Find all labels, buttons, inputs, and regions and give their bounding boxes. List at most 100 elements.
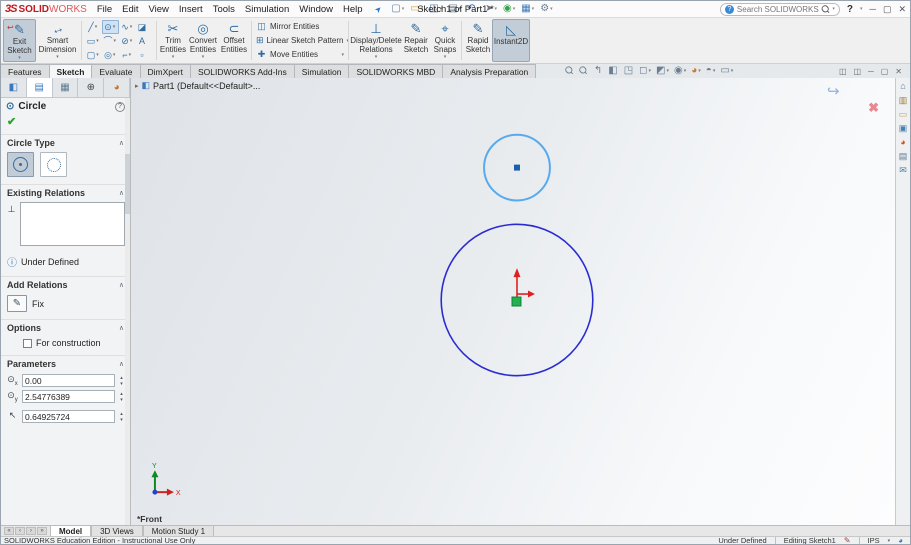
print-icon[interactable]: ▤ ▾: [446, 4, 463, 14]
new-document-icon[interactable]: ▢ ▾: [389, 4, 406, 14]
spline-icon[interactable]: ∿ ▾: [119, 20, 136, 34]
slot-icon[interactable]: ▢ ▾: [85, 48, 102, 62]
prev-tab-button[interactable]: ‹: [15, 527, 25, 535]
undo-icon[interactable]: ↶ ▾: [465, 4, 481, 14]
menu-item[interactable]: Window: [299, 4, 333, 15]
doc-minimize-button[interactable]: ─: [868, 67, 874, 76]
fillet-icon[interactable]: ⌐ ▾: [119, 48, 136, 62]
dropdown-caret-icon[interactable]: ▾: [550, 6, 553, 12]
move-entities-button[interactable]: ✚ Move Entities ▾: [256, 48, 344, 61]
help-sphere-icon[interactable]: ◕: [898, 536, 903, 544]
search-input[interactable]: [736, 4, 819, 14]
menu-item[interactable]: Simulation: [245, 4, 289, 15]
close-button[interactable]: ✕: [898, 4, 906, 15]
menu-item[interactable]: File: [97, 4, 112, 15]
dropdown-caret-icon[interactable]: ▾: [684, 68, 687, 74]
doc-close-button[interactable]: ✕: [895, 67, 902, 76]
existing-relations-section-header[interactable]: Existing Relations ∧: [1, 184, 130, 200]
instant2d-button[interactable]: ◺ Instant2D: [492, 19, 530, 62]
command-tab[interactable]: SOLIDWORKS Add-Ins: [190, 64, 295, 78]
flyout-feature-tree[interactable]: ▸ ◧ Part1 (Default<<Default>...: [135, 80, 260, 91]
dynamic-annotation-views-icon[interactable]: ◳: [624, 65, 634, 77]
design-library-icon[interactable]: ▥: [899, 95, 908, 106]
dropdown-caret-icon[interactable]: ▾: [648, 68, 651, 74]
center-x-field[interactable]: [22, 374, 115, 387]
command-tab[interactable]: SOLIDWORKS MBD: [349, 64, 444, 78]
dropdown-caret-icon[interactable]: ▾: [421, 6, 424, 12]
edit-appearance-icon[interactable]: ◕ ▾: [691, 65, 701, 77]
file-properties-icon[interactable]: ▦ ▾: [519, 4, 536, 14]
dropdown-caret-icon[interactable]: ▾: [172, 54, 175, 60]
dropdown-caret-icon[interactable]: ▾: [459, 6, 462, 12]
dropdown-caret-icon[interactable]: ▾: [130, 38, 134, 44]
command-tab[interactable]: Analysis Preparation: [443, 64, 537, 78]
rebuild-icon[interactable]: ◉ ▾: [501, 4, 517, 14]
dropdown-caret-icon[interactable]: ▾: [202, 54, 205, 60]
displaymanager-tab[interactable]: ◕: [104, 78, 130, 97]
search-icon[interactable]: Ϙ: [819, 2, 832, 15]
pane-split-left-icon[interactable]: ◫: [839, 67, 847, 76]
arc-icon[interactable]: ⌒ ▾: [102, 34, 119, 48]
rectangle-icon[interactable]: ▭ ▾: [85, 34, 102, 48]
file-explorer-icon[interactable]: ▭: [899, 109, 908, 120]
dropdown-caret-icon[interactable]: ▾: [95, 24, 99, 30]
panel-scrollbar[interactable]: [125, 98, 130, 525]
fix-relation-button[interactable]: ✎: [7, 295, 27, 312]
repair-sketch-button[interactable]: ✎ Repair Sketch: [401, 19, 431, 62]
document-tab[interactable]: Motion Study 1: [142, 526, 215, 536]
first-tab-button[interactable]: «: [4, 527, 14, 535]
pin-menu-icon[interactable]: ➤: [372, 3, 383, 14]
line-icon[interactable]: ╱ ▾: [85, 20, 102, 34]
dropdown-caret-icon[interactable]: ▾: [477, 6, 480, 12]
zoom-to-area-icon[interactable]: Ϙ: [577, 64, 590, 77]
menu-item[interactable]: Help: [343, 4, 363, 15]
dropdown-caret-icon[interactable]: ▾: [402, 6, 405, 12]
point-icon[interactable]: ▫: [136, 48, 153, 62]
dropdown-caret-icon[interactable]: ▾: [375, 54, 378, 60]
menu-item[interactable]: Edit: [122, 4, 138, 15]
zoom-to-fit-icon[interactable]: Ϙ: [563, 64, 576, 77]
dropdown-caret-icon[interactable]: ▾: [440, 6, 443, 12]
view-palette-icon[interactable]: ▣: [899, 123, 908, 134]
add-relations-section-header[interactable]: Add Relations ∧: [1, 276, 130, 292]
dropdown-caret-icon[interactable]: ▾: [494, 6, 497, 12]
display-delete-relations-button[interactable]: ⊥ Display/Delete Relations ▾: [350, 19, 402, 62]
sketch-canvas[interactable]: Y X: [131, 78, 895, 525]
panel-help-icon[interactable]: ?: [115, 101, 125, 112]
trim-entities-button[interactable]: ✂ Trim Entities ▾: [159, 19, 187, 62]
next-tab-button[interactable]: ›: [26, 527, 36, 535]
exit-sketch-button[interactable]: ✎ ↩ Exit Sketch ▾: [3, 19, 36, 62]
quick-snaps-button[interactable]: ⌖ Quick Snaps ▾: [431, 19, 459, 62]
collapse-chevron-icon[interactable]: ∧: [119, 281, 124, 289]
collapse-chevron-icon[interactable]: ∧: [119, 189, 124, 197]
circle-icon[interactable]: ⊙ ▾: [102, 19, 119, 34]
parameters-section-header[interactable]: Parameters ∧: [1, 355, 130, 371]
display-style-icon[interactable]: ◩ ▾: [656, 65, 669, 77]
center-y-field[interactable]: [22, 390, 115, 403]
for-construction-checkbox[interactable]: [23, 338, 32, 348]
menu-item[interactable]: View: [149, 4, 169, 15]
smart-dimension-button[interactable]: ↔ Smart Dimension ▾: [36, 19, 79, 62]
help-button[interactable]: ?: [847, 4, 853, 15]
sketch-plane-icon[interactable]: ◪: [136, 20, 153, 34]
graphics-area[interactable]: Y X ▸ ◧ Part1 (Default<<Default>... ↪ ✖ …: [131, 78, 895, 525]
dropdown-caret-icon[interactable]: ▾: [96, 52, 100, 58]
menu-item[interactable]: Insert: [179, 4, 203, 15]
dropdown-caret-icon[interactable]: ▾: [130, 24, 134, 30]
view-orientation-icon[interactable]: ◻ ▾: [639, 65, 651, 77]
command-tab[interactable]: Sketch: [49, 64, 93, 78]
perimeter-circle-button[interactable]: [40, 152, 67, 177]
existing-relations-list[interactable]: [20, 202, 125, 246]
dropdown-caret-icon[interactable]: ▾: [731, 68, 734, 74]
apply-scene-icon[interactable]: ◓ ▾: [706, 65, 716, 77]
minimize-button[interactable]: ─: [870, 4, 876, 14]
center-circle-button[interactable]: [7, 152, 34, 177]
sketch-point-top-center[interactable]: [513, 164, 520, 171]
propertymanager-tab[interactable]: ▤: [26, 78, 53, 97]
dropdown-caret-icon[interactable]: ▾: [114, 38, 118, 44]
dropdown-caret-icon[interactable]: ▾: [532, 6, 535, 12]
section-view-icon[interactable]: ◧: [608, 65, 618, 77]
circle-type-section-header[interactable]: Circle Type ∧: [1, 134, 130, 150]
ok-check-icon[interactable]: ✔: [7, 116, 16, 128]
view-settings-icon[interactable]: ▭ ▾: [720, 65, 733, 77]
